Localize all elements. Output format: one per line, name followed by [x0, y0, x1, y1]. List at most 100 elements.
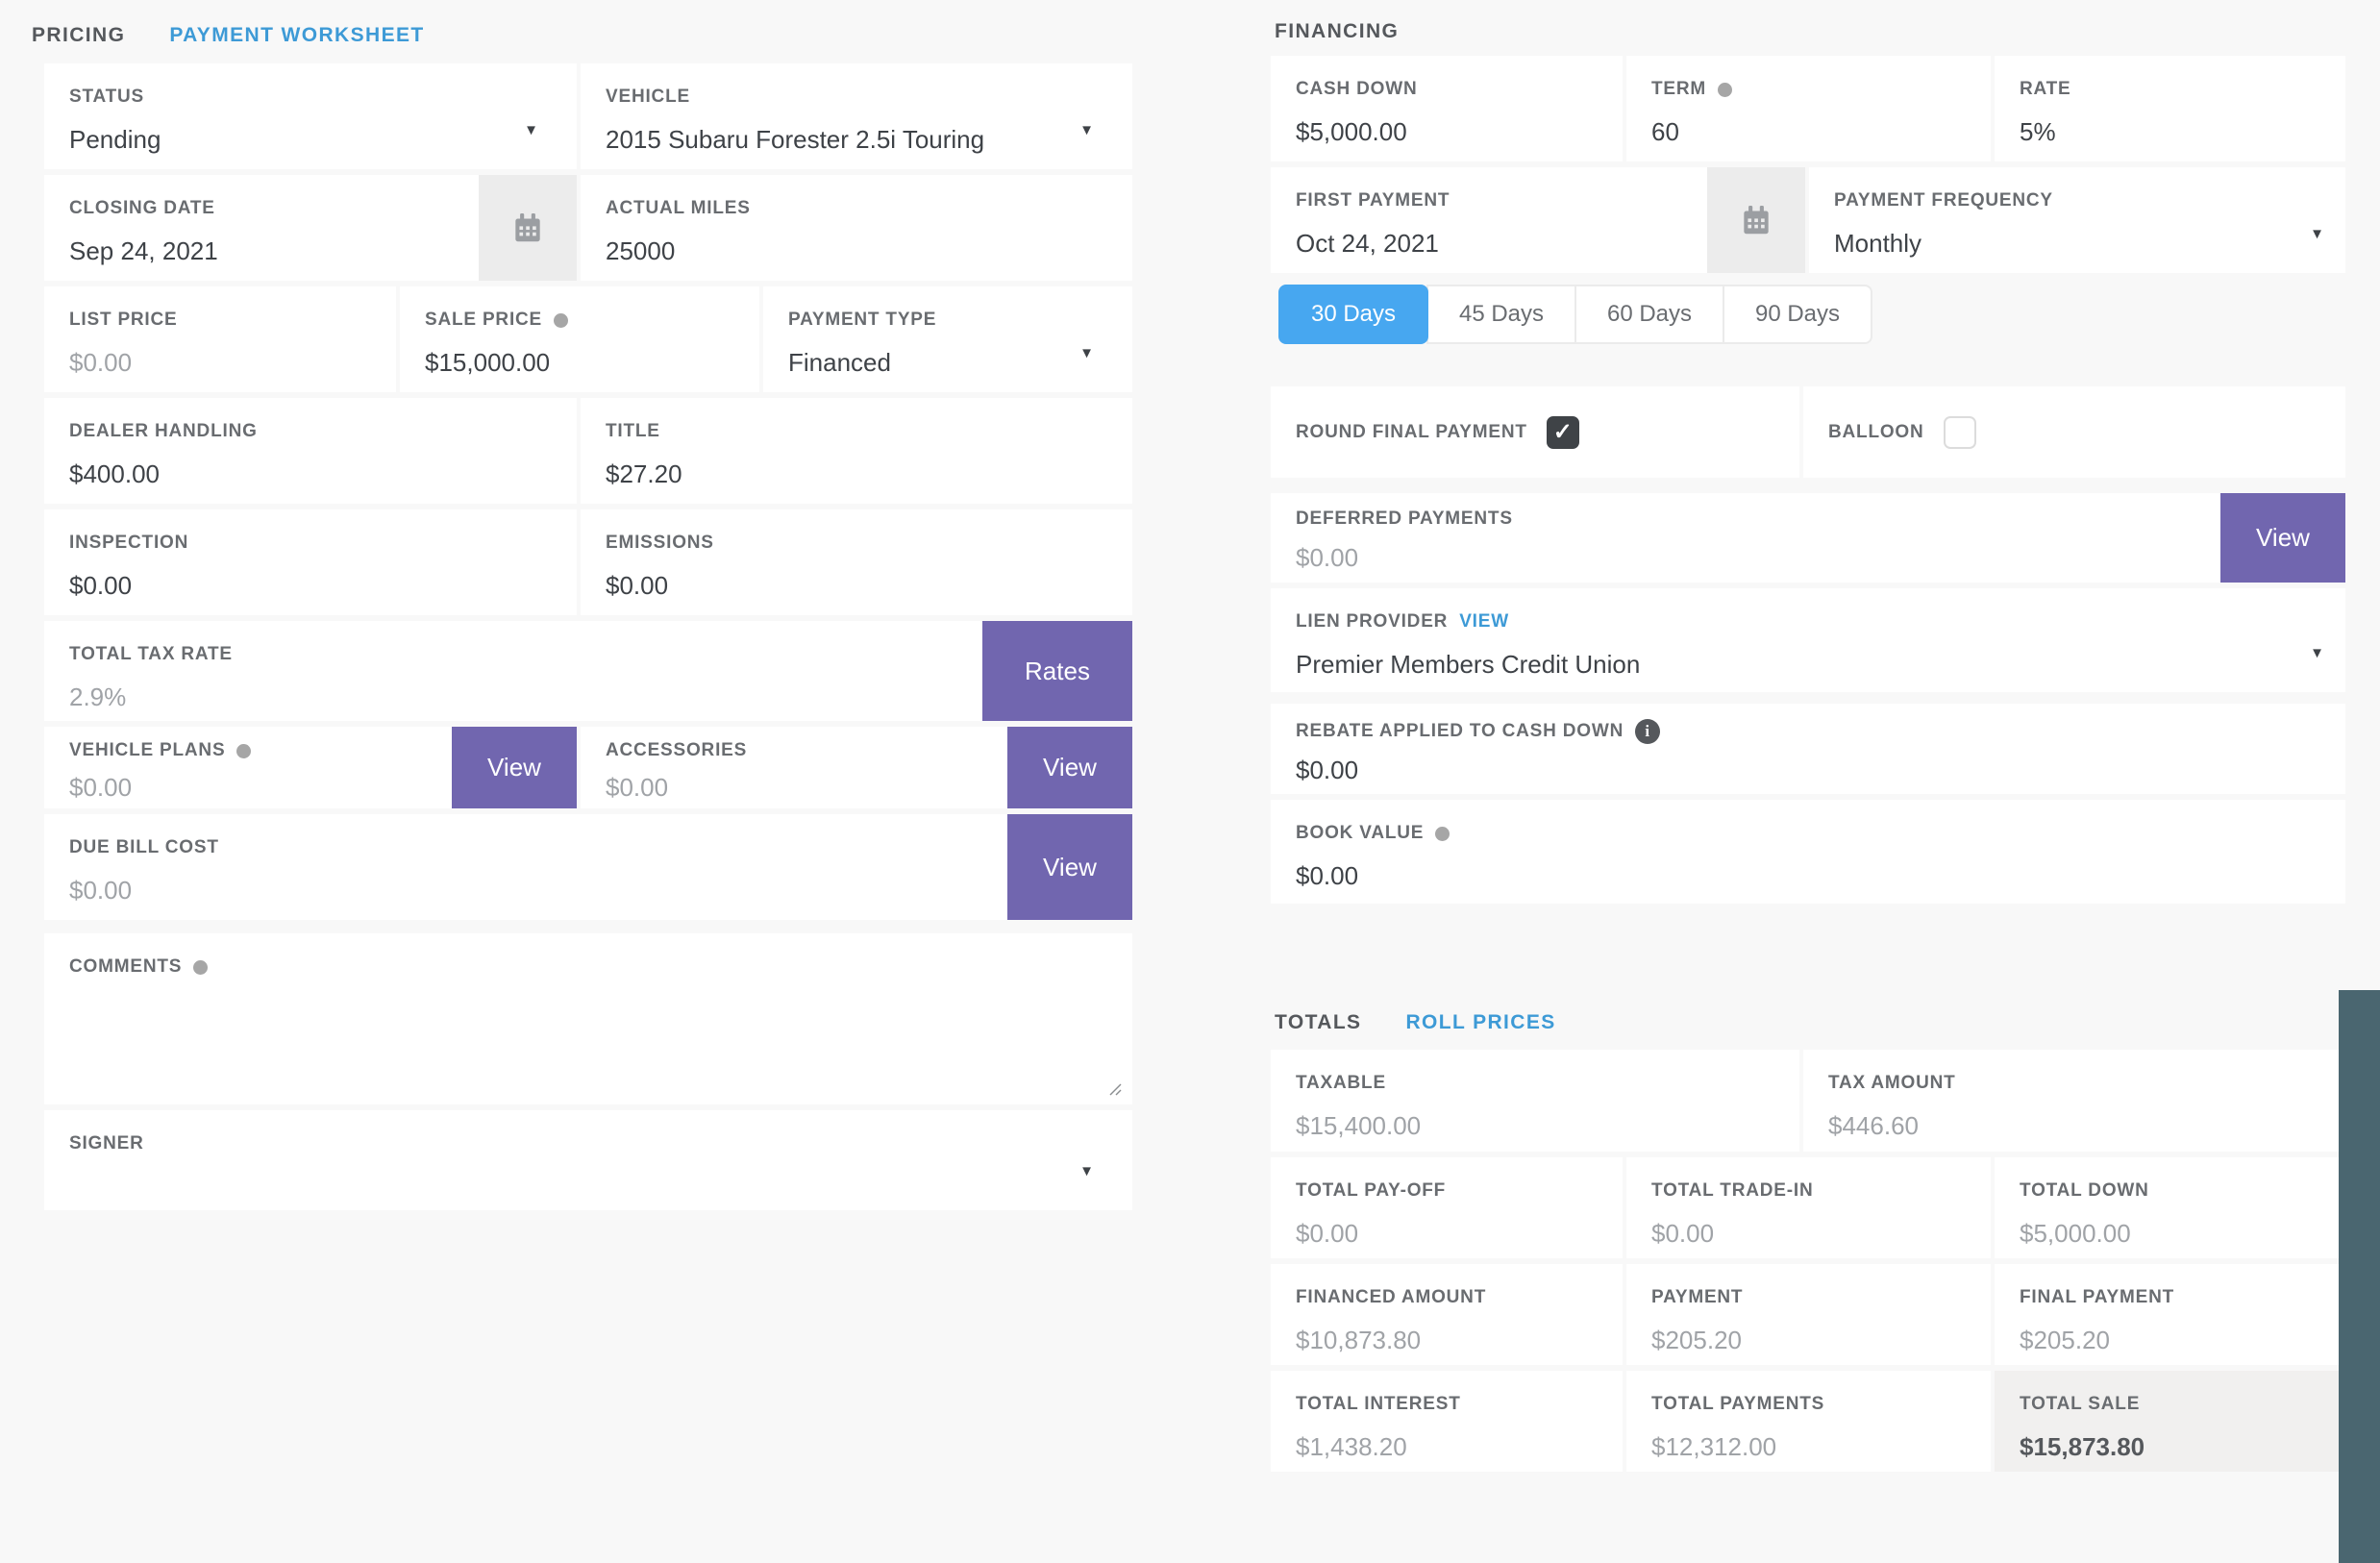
due-bill-cost-field[interactable]: DUE BILL COST $0.00 View	[44, 814, 1132, 920]
row-cash-term-rate: CASH DOWN $5,000.00 TERM 60 RATE 5%	[1271, 56, 2345, 161]
dealer-handling-value: $400.00	[69, 459, 577, 489]
total-tax-rate-field[interactable]: TOTAL TAX RATE 2.9% Rates	[44, 621, 1132, 721]
rate-field[interactable]: RATE 5%	[1995, 56, 2345, 161]
first-payment-field[interactable]: FIRST PAYMENT Oct 24, 2021	[1271, 167, 1805, 273]
total-tax-rate-label: TOTAL TAX RATE	[69, 644, 1132, 665]
resize-handle-icon[interactable]	[1103, 1078, 1123, 1097]
payment-frequency-label: PAYMENT FREQUENCY	[1834, 190, 2345, 211]
row-round-balloon: ROUND FINAL PAYMENT BALLOON	[1271, 386, 2345, 478]
chevron-down-icon[interactable]: ▼	[1079, 345, 1094, 361]
title-fee-field[interactable]: TITLE $27.20	[581, 398, 1132, 504]
roll-prices-link[interactable]: ROLL PRICES	[1405, 1011, 1555, 1034]
total-payments-field: TOTAL PAYMENTS $12,312.00	[1626, 1371, 1991, 1472]
taxable-value: $15,400.00	[1296, 1111, 1799, 1141]
book-value-field[interactable]: BOOK VALUE $0.00	[1271, 800, 2345, 904]
rates-button[interactable]: Rates	[982, 621, 1132, 721]
inspection-value: $0.00	[69, 571, 577, 601]
tab-payment-worksheet[interactable]: PAYMENT WORKSHEET	[169, 24, 424, 47]
total-sale-value: $15,873.80	[2020, 1432, 2345, 1462]
accessories-view-button[interactable]: View	[1007, 727, 1132, 808]
due-bill-view-button[interactable]: View	[1007, 814, 1132, 920]
title-fee-value: $27.20	[606, 459, 1132, 489]
dealer-handling-label: DEALER HANDLING	[69, 421, 577, 442]
lien-provider-field[interactable]: LIEN PROVIDER VIEW Premier Members Credi…	[1271, 588, 2345, 692]
payment-frequency-value: Monthly	[1834, 229, 2345, 259]
accessories-field[interactable]: ACCESSORIES $0.00 View	[581, 727, 1132, 808]
vehicle-field[interactable]: VEHICLE 2015 Subaru Forester 2.5i Tourin…	[581, 63, 1132, 169]
actual-miles-field[interactable]: ACTUAL MILES 25000	[581, 175, 1132, 281]
first-payment-days-options: 30 Days 45 Days 60 Days 90 Days	[1278, 285, 2345, 344]
total-down-field: TOTAL DOWN $5,000.00	[1995, 1157, 2345, 1258]
dealer-handling-field[interactable]: DEALER HANDLING $400.00	[44, 398, 577, 504]
due-bill-cost-value: $0.00	[69, 876, 1132, 906]
comments-textarea[interactable]	[54, 991, 1123, 1095]
days-option-45[interactable]: 45 Days	[1426, 285, 1576, 344]
taxable-field: TAXABLE $15,400.00	[1271, 1050, 1799, 1152]
row-payoff-tradein-down: TOTAL PAY-OFF $0.00 TOTAL TRADE-IN $0.00…	[1271, 1157, 2345, 1258]
days-option-30[interactable]: 30 Days	[1278, 285, 1428, 344]
pricing-section: PRICING PAYMENT WORKSHEET STATUS Pending…	[32, 0, 1134, 1216]
comments-label: COMMENTS	[69, 956, 1132, 978]
status-field[interactable]: STATUS Pending ▼	[44, 63, 577, 169]
calendar-icon	[509, 210, 546, 246]
total-down-value: $5,000.00	[2020, 1219, 2345, 1249]
sale-price-field[interactable]: SALE PRICE $15,000.00	[400, 286, 759, 392]
row-taxable: TAXABLE $15,400.00 TAX AMOUNT $446.60	[1271, 1050, 2345, 1152]
row-comments: COMMENTS	[44, 933, 1132, 1104]
totals-header: TOTALS ROLL PRICES	[1275, 1011, 2345, 1034]
cash-down-label: CASH DOWN	[1296, 79, 1623, 100]
list-price-field[interactable]: LIST PRICE $0.00	[44, 286, 396, 392]
row-prices: LIST PRICE $0.00 SALE PRICE $15,000.00 P…	[44, 286, 1132, 392]
total-tax-rate-value: 2.9%	[69, 682, 1132, 712]
deferred-payments-label: DEFERRED PAYMENTS	[1296, 509, 2345, 530]
actual-miles-label: ACTUAL MILES	[606, 198, 1132, 219]
financing-section: FINANCING CASH DOWN $5,000.00 TERM 60 RA…	[1271, 0, 2345, 1477]
calendar-button[interactable]	[479, 175, 577, 281]
totals-title: TOTALS	[1275, 1011, 1361, 1034]
info-dot-icon	[193, 960, 208, 975]
total-payments-label: TOTAL PAYMENTS	[1651, 1394, 1991, 1415]
cash-down-field[interactable]: CASH DOWN $5,000.00	[1271, 56, 1623, 161]
payment-frequency-field[interactable]: PAYMENT FREQUENCY Monthly ▼	[1809, 167, 2345, 273]
closing-date-field[interactable]: CLOSING DATE Sep 24, 2021	[44, 175, 577, 281]
days-option-60[interactable]: 60 Days	[1574, 285, 1724, 344]
tax-amount-label: TAX AMOUNT	[1828, 1073, 2345, 1094]
pricing-tabs: PRICING PAYMENT WORKSHEET	[32, 0, 1134, 63]
signer-label: SIGNER	[69, 1133, 1132, 1154]
chevron-down-icon[interactable]: ▼	[524, 122, 538, 138]
tab-pricing[interactable]: PRICING	[32, 24, 125, 47]
row-status-vehicle: STATUS Pending ▼ VEHICLE 2015 Subaru For…	[44, 63, 1132, 169]
vehicle-label: VEHICLE	[606, 87, 1132, 108]
balloon-checkbox[interactable]	[1944, 416, 1976, 449]
chevron-down-icon[interactable]: ▼	[1079, 122, 1094, 138]
payment-type-field[interactable]: PAYMENT TYPE Financed ▼	[763, 286, 1132, 392]
days-option-90[interactable]: 90 Days	[1723, 285, 1872, 344]
calendar-button[interactable]	[1707, 167, 1805, 273]
emissions-field[interactable]: EMISSIONS $0.00	[581, 509, 1132, 615]
chevron-down-icon[interactable]: ▼	[2310, 226, 2324, 242]
deferred-payments-field[interactable]: DEFERRED PAYMENTS $0.00 View	[1271, 493, 2345, 583]
rate-value: 5%	[2020, 117, 2345, 147]
row-rebate: REBATE APPLIED TO CASH DOWN i $0.00	[1271, 704, 2345, 794]
final-payment-value: $205.20	[2020, 1326, 2345, 1355]
vehicle-plans-view-button[interactable]: View	[452, 727, 577, 808]
payment-type-label: PAYMENT TYPE	[788, 310, 1132, 331]
chevron-down-icon[interactable]: ▼	[2310, 645, 2324, 661]
info-icon[interactable]: i	[1635, 719, 1660, 744]
term-field[interactable]: TERM 60	[1626, 56, 1991, 161]
deferred-payments-view-button[interactable]: View	[2220, 493, 2345, 583]
due-bill-cost-label: DUE BILL COST	[69, 837, 1132, 858]
lien-provider-view-link[interactable]: VIEW	[1459, 611, 1509, 633]
chevron-down-icon[interactable]: ▼	[1079, 1163, 1094, 1179]
title-fee-label: TITLE	[606, 421, 1132, 442]
list-price-label: LIST PRICE	[69, 310, 396, 331]
signer-field[interactable]: SIGNER ▼	[44, 1110, 1132, 1210]
rebate-applied-field[interactable]: REBATE APPLIED TO CASH DOWN i $0.00	[1271, 704, 2345, 794]
financed-amount-field: FINANCED AMOUNT $10,873.80	[1271, 1264, 1623, 1365]
round-final-payment-checkbox[interactable]	[1547, 416, 1579, 449]
total-payoff-field: TOTAL PAY-OFF $0.00	[1271, 1157, 1623, 1258]
book-value-value: $0.00	[1296, 861, 2345, 891]
vehicle-plans-field[interactable]: VEHICLE PLANS $0.00 View	[44, 727, 577, 808]
inspection-field[interactable]: INSPECTION $0.00	[44, 509, 577, 615]
tax-amount-field: TAX AMOUNT $446.60	[1803, 1050, 2345, 1152]
